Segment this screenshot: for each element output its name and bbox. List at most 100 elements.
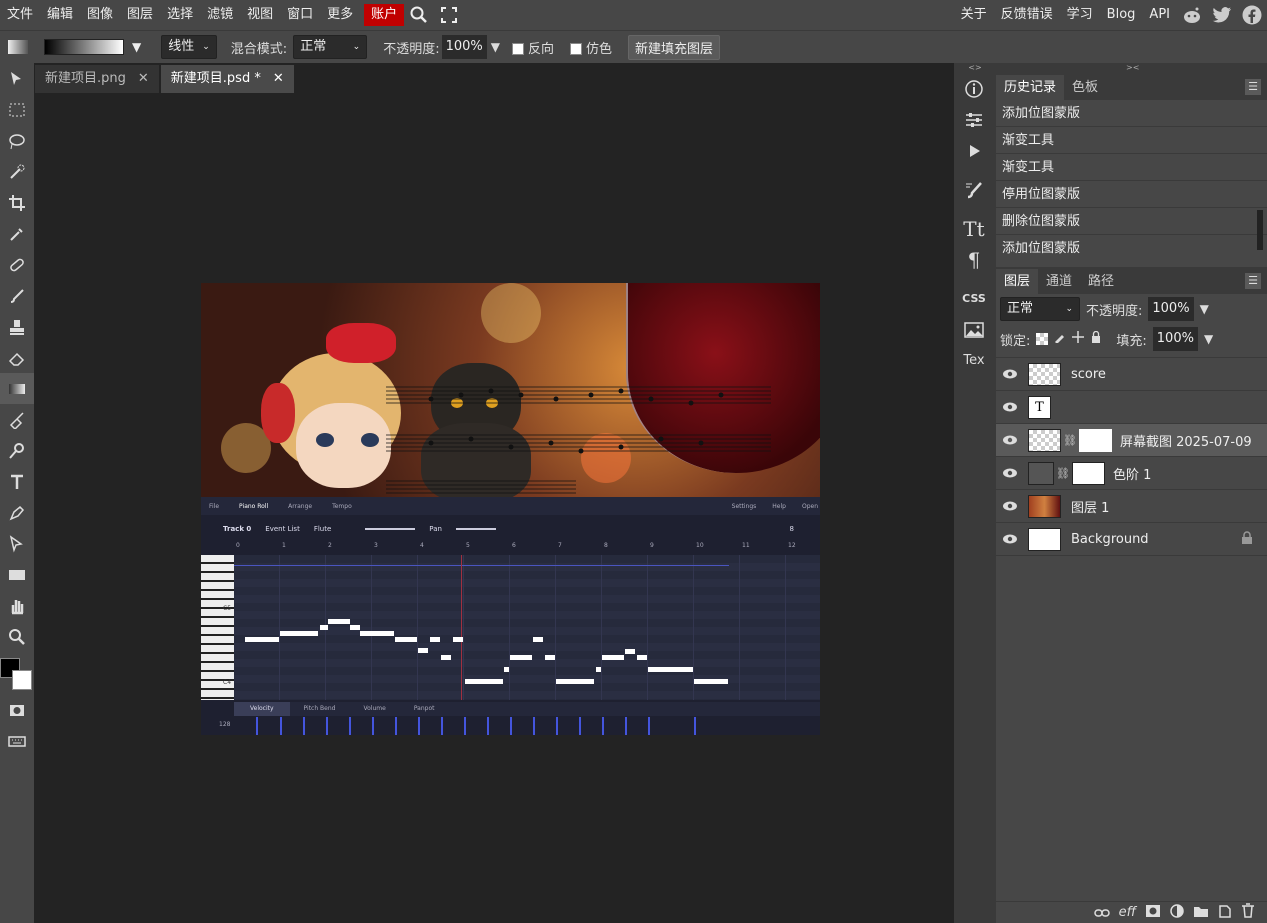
lock-move-icon[interactable]: [1072, 331, 1085, 347]
paragraph-icon[interactable]: ¶: [954, 244, 994, 275]
layer-mask-thumbnail[interactable]: [1071, 461, 1105, 485]
text-tool-icon[interactable]: [0, 466, 34, 497]
hand-tool-icon[interactable]: [0, 590, 34, 621]
quick-select-tool-icon[interactable]: [0, 156, 34, 187]
css-button[interactable]: CSS: [954, 283, 994, 314]
menu-filter[interactable]: 滤镜: [200, 4, 240, 26]
link-layers-icon[interactable]: [1093, 903, 1110, 922]
color-swatches[interactable]: [0, 656, 34, 694]
smudge-tool-icon[interactable]: [0, 404, 34, 435]
history-item[interactable]: 渐变工具: [996, 154, 1267, 181]
menu-select[interactable]: 选择: [160, 4, 200, 26]
menu-edit[interactable]: 编辑: [40, 4, 80, 26]
gradient-preview[interactable]: [44, 39, 124, 55]
fullscreen-icon[interactable]: [434, 0, 464, 30]
close-icon[interactable]: ✕: [273, 65, 284, 93]
tab-channels[interactable]: 通道: [1038, 269, 1080, 294]
eraser-tool-icon[interactable]: [0, 342, 34, 373]
tab-history[interactable]: 历史记录: [996, 75, 1065, 100]
opacity-dropdown-icon[interactable]: ▼: [491, 40, 500, 54]
eyedropper-tool-icon[interactable]: [0, 218, 34, 249]
healing-tool-icon[interactable]: [0, 249, 34, 280]
menu-learn[interactable]: 学习: [1060, 4, 1100, 26]
history-scrollbar[interactable]: [1257, 210, 1263, 250]
layer-row[interactable]: ⛓ 屏幕截图 2025-07-09 1: [996, 424, 1267, 457]
background-color[interactable]: [12, 670, 32, 690]
zoom-tool-icon[interactable]: [0, 621, 34, 652]
layer-row[interactable]: ⛓ 色阶 1: [996, 457, 1267, 490]
panel-menu-icon[interactable]: ☰: [1245, 79, 1261, 95]
keyboard-icon[interactable]: [0, 725, 34, 756]
menu-report-bug[interactable]: 反馈错误: [994, 4, 1060, 26]
collapse-arrows-2[interactable]: ><: [996, 63, 1267, 73]
add-mask-icon[interactable]: [1145, 903, 1161, 922]
fill-input[interactable]: 100%: [1152, 327, 1198, 351]
menu-view[interactable]: 视图: [240, 4, 280, 26]
chain-link-icon[interactable]: ⛓: [1056, 467, 1070, 480]
quick-mask-icon[interactable]: [0, 694, 34, 725]
history-item[interactable]: 添加位图蒙版: [996, 235, 1267, 262]
marquee-tool-icon[interactable]: [0, 94, 34, 125]
history-item[interactable]: 渐变工具: [996, 127, 1267, 154]
play-icon[interactable]: [954, 135, 994, 166]
eye-icon[interactable]: [996, 501, 1024, 511]
lock-transparency-icon[interactable]: [1036, 333, 1049, 345]
lasso-tool-icon[interactable]: [0, 125, 34, 156]
pen-tool-icon[interactable]: [0, 497, 34, 528]
rectangle-tool-icon[interactable]: [0, 559, 34, 590]
menu-window[interactable]: 窗口: [280, 4, 320, 26]
history-item[interactable]: 添加位图蒙版: [996, 100, 1267, 127]
lock-all-icon[interactable]: [1090, 330, 1102, 347]
layer-row[interactable]: score: [996, 358, 1267, 391]
eye-icon[interactable]: [996, 369, 1024, 379]
chain-link-icon[interactable]: ⛓: [1063, 434, 1077, 447]
new-fill-layer-button[interactable]: 新建填充图层: [628, 34, 721, 60]
layer-opacity-input[interactable]: 100%: [1148, 297, 1194, 321]
collapse-arrows[interactable]: <>: [954, 63, 996, 73]
gradient-type-select[interactable]: 线性 ⌄: [161, 35, 217, 59]
facebook-icon[interactable]: [1237, 0, 1267, 30]
layer-blend-select[interactable]: 正常 ⌄: [1000, 297, 1080, 321]
layer-mask-thumbnail[interactable]: [1078, 428, 1112, 452]
eye-icon[interactable]: [996, 468, 1024, 478]
character-icon[interactable]: Tt: [954, 213, 994, 244]
close-icon[interactable]: ✕: [138, 65, 149, 93]
layer-row[interactable]: T: [996, 391, 1267, 424]
fill-dropdown-icon[interactable]: ▼: [1204, 332, 1213, 346]
dodge-tool-icon[interactable]: [0, 435, 34, 466]
stamp-tool-icon[interactable]: [0, 311, 34, 342]
search-icon[interactable]: [404, 0, 434, 30]
delete-layer-icon[interactable]: [1241, 903, 1255, 922]
document-canvas[interactable]: File Piano Roll Arrange Tempo Settings H…: [201, 283, 820, 735]
crop-tool-icon[interactable]: [0, 187, 34, 218]
history-item[interactable]: 停用位图蒙版: [996, 181, 1267, 208]
brush-tool-icon[interactable]: [0, 280, 34, 311]
new-layer-icon[interactable]: [1218, 903, 1232, 922]
menu-api[interactable]: API: [1142, 4, 1177, 26]
image-icon[interactable]: [954, 314, 994, 345]
info-icon[interactable]: [954, 73, 994, 104]
path-select-tool-icon[interactable]: [0, 528, 34, 559]
eye-icon[interactable]: [996, 402, 1024, 412]
menu-blog[interactable]: Blog: [1100, 4, 1143, 26]
move-tool-icon[interactable]: [0, 63, 34, 94]
eye-icon[interactable]: [996, 435, 1024, 445]
layer-row[interactable]: Background: [996, 523, 1267, 556]
tab-png[interactable]: 新建项目.png ✕: [35, 65, 159, 93]
gradient-tool-icon[interactable]: [0, 373, 34, 404]
tex-button[interactable]: Tex: [954, 345, 994, 376]
twitter-icon[interactable]: [1207, 0, 1237, 30]
effects-icon[interactable]: eff: [1119, 905, 1136, 920]
panel-menu-icon[interactable]: ☰: [1245, 273, 1261, 289]
tab-layers[interactable]: 图层: [996, 269, 1039, 294]
dither-checkbox[interactable]: 仿色: [570, 38, 612, 57]
tab-psd[interactable]: 新建项目.psd * ✕: [160, 65, 294, 93]
reddit-icon[interactable]: [1177, 0, 1207, 30]
gradient-dropdown-icon[interactable]: ▼: [132, 40, 141, 54]
menu-file[interactable]: 文件: [0, 4, 40, 26]
tab-paths[interactable]: 路径: [1080, 269, 1122, 294]
menu-layer[interactable]: 图层: [120, 4, 160, 26]
eye-icon[interactable]: [996, 534, 1024, 544]
menu-account[interactable]: 账户: [364, 4, 405, 26]
opacity-input[interactable]: 100%: [441, 35, 487, 59]
